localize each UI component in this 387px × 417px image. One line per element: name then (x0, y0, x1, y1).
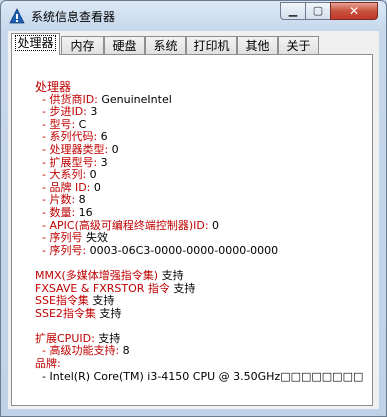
client-area: 处理器 内存 硬盘 系统 打印机 其他 关于 处理器 - 供货商ID: Genu… (8, 31, 379, 409)
title-bar[interactable]: 系统信息查看器 ▁ ▢ ✕ (1, 1, 386, 31)
tab-system[interactable]: 系统 (145, 36, 186, 54)
processor-info[interactable]: 处理器 - 供货商ID: GenuineIntel - 步进ID: 3 - 型号… (35, 81, 363, 383)
brand-label: 品牌: (35, 357, 61, 371)
close-icon: ✕ (348, 4, 360, 18)
info-row: - 序列号: 0003-06C3-0000-0000-0000-0000 (35, 243, 279, 257)
tab-printer[interactable]: 打印机 (186, 36, 237, 54)
tab-disk[interactable]: 硬盘 (104, 36, 145, 54)
advanced-features-row: - 高级功能支持: 8 (35, 344, 130, 358)
minimize-button[interactable]: ▁ (280, 2, 306, 20)
tab-memory[interactable]: 内存 (61, 36, 104, 54)
maximize-button[interactable]: ▢ (305, 2, 331, 20)
close-button[interactable]: ✕ (330, 2, 378, 20)
main-window: 系统信息查看器 ▁ ▢ ✕ 处理器 内存 硬盘 系统 打印机 其他 关于 处理器… (0, 0, 387, 417)
tab-other[interactable]: 其他 (237, 36, 278, 54)
feature-row: SSE2指令集 支持 (35, 306, 122, 320)
maximize-icon: ▢ (312, 4, 324, 17)
tab-about[interactable]: 关于 (278, 36, 319, 54)
window-title: 系统信息查看器 (31, 10, 116, 24)
processor-panel: 处理器 - 供货商ID: GenuineIntel - 步进ID: 3 - 型号… (11, 54, 373, 406)
brand-value: - Intel(R) Core(TM) i3-4150 CPU @ 3.50GH… (35, 369, 364, 383)
system-info-icon (9, 8, 25, 24)
minimize-icon: ▁ (288, 4, 298, 17)
tab-processor[interactable]: 处理器 (11, 33, 60, 55)
